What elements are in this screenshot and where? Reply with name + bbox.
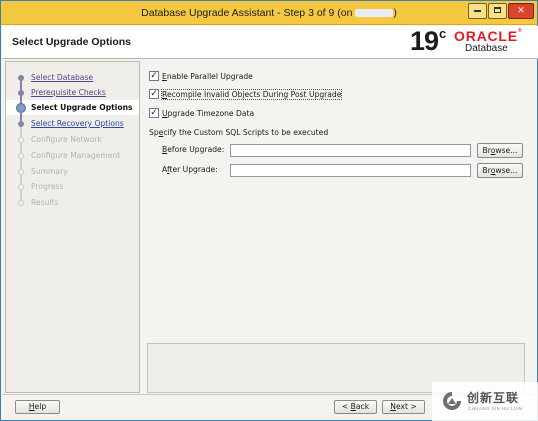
after-upgrade-browse-button[interactable]: Browse...	[477, 163, 523, 178]
step-connector	[20, 159, 22, 169]
step-label: Select Upgrade Options	[31, 103, 133, 112]
parallel-upgrade-label[interactable]: Enable Parallel Upgrade	[162, 72, 253, 81]
label-text: ecompile Invalid Objects During Post Upg…	[166, 90, 342, 99]
window-title-prefix: Database Upgrade Assistant - Step 3 of 9…	[141, 7, 356, 19]
step-label: Results	[31, 198, 59, 207]
parallel-upgrade-checkbox[interactable]: ✓	[149, 71, 159, 81]
watermark-en: CHUANG XIN HU LIAN	[468, 406, 523, 411]
step-progress: Progress	[6, 174, 139, 194]
step-connector	[20, 143, 22, 153]
step-navigation: Select Database Prerequisite Checks Sele…	[5, 61, 140, 393]
watermark-logo-icon	[443, 392, 461, 410]
close-button[interactable]: ✕	[508, 3, 534, 19]
label-text: ter Upgrade:	[169, 165, 218, 174]
btn-text: wse...	[495, 146, 518, 155]
label-text: efore Upgrade:	[167, 145, 225, 154]
title-part: cify the Custom SQL Scripts to be execut…	[163, 128, 329, 137]
after-upgrade-input[interactable]	[230, 164, 471, 177]
maximize-button[interactable]	[488, 3, 507, 19]
step-label[interactable]: Select Recovery Options	[31, 119, 124, 128]
check-icon: ✓	[150, 108, 158, 118]
btn-text: wse...	[495, 166, 518, 175]
back-button[interactable]: < Back	[334, 400, 377, 414]
window-title-suffix: )	[393, 7, 397, 19]
step-connector	[20, 111, 22, 121]
logo-product: Database	[465, 43, 508, 54]
btn-text: ack	[355, 402, 370, 411]
minimize-button[interactable]	[468, 3, 487, 19]
step-label: Configure Management	[31, 151, 121, 160]
recompile-label[interactable]: Recompile Invalid Objects During Post Up…	[160, 89, 343, 100]
step-label[interactable]: Select Database	[31, 73, 93, 82]
timezone-checkbox[interactable]: ✓	[149, 108, 159, 118]
logo-version: 19	[410, 26, 439, 56]
label-text: pgrade Timezone Data	[167, 109, 255, 118]
step-results: Results	[6, 190, 139, 210]
step-summary: Summary	[6, 159, 139, 179]
timezone-label[interactable]: Upgrade Timezone Data	[162, 109, 254, 118]
dbua-window: Database Upgrade Assistant - Step 3 of 9…	[0, 0, 538, 421]
before-upgrade-browse-button[interactable]: Browse...	[477, 143, 523, 158]
step-connector	[20, 174, 22, 184]
btn-text: <	[341, 402, 351, 411]
step-select-database[interactable]: Select Database	[6, 70, 139, 85]
watermark-cn: 创新互联	[467, 391, 520, 405]
step-label: Progress	[31, 182, 64, 191]
after-upgrade-label: After Upgrade:	[162, 165, 218, 174]
step-prerequisite-checks[interactable]: Prerequisite Checks	[6, 80, 139, 100]
step-label[interactable]: Prerequisite Checks	[31, 88, 106, 97]
custom-sql-title: Specify the Custom SQL Scripts to be exe…	[149, 128, 328, 137]
btn-text: ext >	[395, 402, 417, 411]
title-bar[interactable]: Database Upgrade Assistant - Step 3 of 9…	[1, 1, 537, 25]
step-select-upgrade-options[interactable]: Select Upgrade Options	[6, 95, 139, 115]
page-title: Select Upgrade Options	[12, 36, 132, 48]
next-button[interactable]: Next >	[382, 400, 425, 414]
window-title: Database Upgrade Assistant - Step 3 of 9…	[1, 7, 537, 19]
step-select-recovery-options[interactable]: Select Recovery Options	[6, 111, 139, 131]
step-label: Configure Network	[31, 135, 102, 144]
page-header: Select Upgrade Options 19c ORACLE® Datab…	[2, 26, 538, 59]
minimize-icon	[474, 10, 481, 12]
label-text: nable Parallel Upgrade	[166, 72, 253, 81]
recompile-checkbox[interactable]: ✓	[149, 89, 159, 99]
step-connector	[20, 80, 22, 90]
before-upgrade-label: Before Upgrade:	[162, 145, 224, 154]
check-icon: ✓	[150, 89, 158, 99]
step-label: Summary	[31, 167, 68, 176]
close-icon: ✕	[517, 6, 525, 16]
watermark: 创新互联 CHUANG XIN HU LIAN	[432, 382, 538, 421]
check-icon: ✓	[150, 71, 158, 81]
oracle-logo: ORACLE®	[454, 28, 523, 44]
redacted-host	[355, 9, 394, 17]
oracle-brand: ORACLE	[454, 28, 518, 44]
step-configure-network: Configure Network	[6, 127, 139, 147]
before-upgrade-input[interactable]	[230, 144, 471, 157]
step-connector	[20, 127, 22, 137]
help-button[interactable]: Help	[15, 400, 60, 414]
step-connector	[20, 190, 22, 200]
title-part: Sp	[149, 128, 159, 137]
version-logo: 19c	[410, 26, 446, 57]
btn-text: Br	[482, 146, 491, 155]
logo-version-sup: c	[439, 26, 446, 41]
upgrade-options-panel: ✓ Enable Parallel Upgrade ✓ Recompile In…	[141, 61, 535, 393]
btn-text: elp	[34, 402, 47, 411]
step-disabled-icon	[18, 200, 24, 206]
maximize-icon	[494, 7, 501, 13]
step-configure-management: Configure Management	[6, 143, 139, 163]
btn-text: Br	[482, 166, 491, 175]
